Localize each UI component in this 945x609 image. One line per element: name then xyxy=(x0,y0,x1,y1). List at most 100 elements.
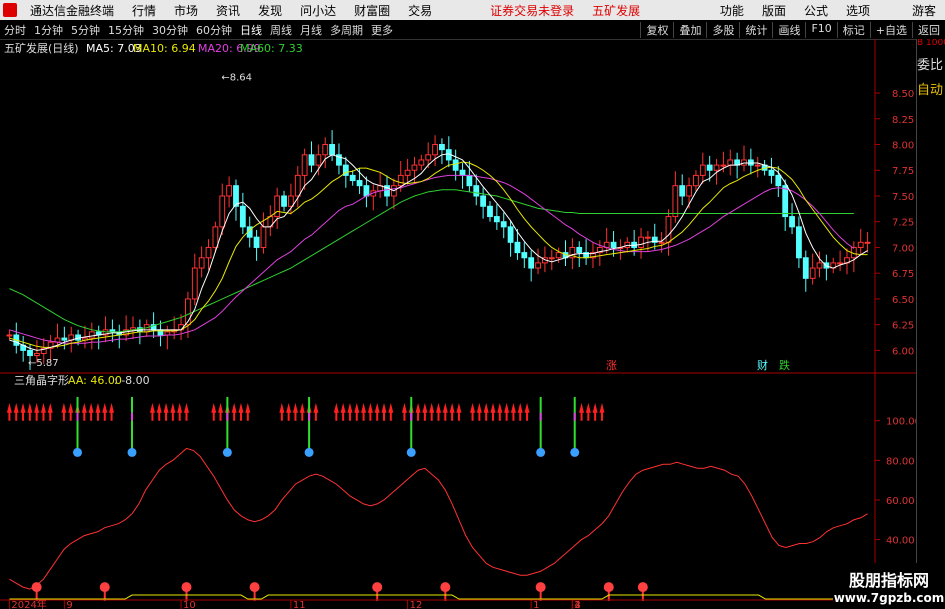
tool-f10[interactable]: F10 xyxy=(805,21,836,38)
buy-arrow xyxy=(292,402,298,421)
candle-body xyxy=(727,159,734,166)
candle-body xyxy=(507,226,514,243)
period-30min[interactable]: 30分钟 xyxy=(148,22,192,38)
candle-body xyxy=(329,144,335,156)
login-notice[interactable]: 证券交易未登录 xyxy=(481,2,583,19)
buy-arrow xyxy=(381,402,387,421)
price-tick-label: 8.25 xyxy=(892,115,914,126)
tool-multi[interactable]: 多股 xyxy=(706,21,739,38)
menu-discover[interactable]: 发现 xyxy=(249,2,291,19)
signal-dot xyxy=(570,447,580,457)
period-5min[interactable]: 5分钟 xyxy=(67,22,104,38)
buy-arrow xyxy=(170,402,176,421)
buy-arrow xyxy=(333,402,339,421)
candle-body xyxy=(212,226,219,248)
candle-body xyxy=(638,236,644,248)
tool-overlay[interactable]: 叠加 xyxy=(673,21,706,38)
tool-restore[interactable]: 复权 xyxy=(640,21,673,38)
candle-body xyxy=(205,246,212,259)
buy-arrow xyxy=(442,402,448,421)
indicator-tick-label: 80.00 xyxy=(886,456,915,467)
period-multi[interactable]: 多周期 xyxy=(326,22,367,38)
buy-arrow xyxy=(6,402,12,421)
candle-body xyxy=(88,331,95,339)
buy-arrow xyxy=(40,402,46,421)
buy-arrow xyxy=(177,402,183,421)
menu-options[interactable]: 选项 xyxy=(837,2,879,19)
candle-body xyxy=(219,195,226,228)
event-zhang: 涨 xyxy=(606,359,617,372)
period-daily[interactable]: 日线 xyxy=(236,22,266,38)
candle-body xyxy=(789,216,795,228)
candle-body xyxy=(816,262,823,269)
tool-back[interactable]: 返回 xyxy=(912,21,945,38)
candle-body xyxy=(239,205,246,228)
candle-body xyxy=(356,180,363,187)
buy-arrow xyxy=(436,402,441,421)
tool-add-watch[interactable]: +自选 xyxy=(869,21,912,38)
buy-arrow xyxy=(524,402,530,421)
signal-dot xyxy=(127,447,137,457)
menu-market[interactable]: 市场 xyxy=(165,2,207,19)
menu-ask[interactable]: 问小达 xyxy=(291,2,345,19)
buy-arrow xyxy=(456,402,462,421)
candle-body xyxy=(487,205,493,218)
sidebar2-item[interactable]: 自动 xyxy=(917,82,945,99)
kline-chart[interactable]: ←8.64 ←5.87 涨 财跌 6.00 6.25 6.50 6.75 7.00 7.25 7.… xyxy=(0,39,917,609)
candle-body xyxy=(480,195,487,207)
candle-body xyxy=(610,241,617,248)
title-bar: 通达信金融终端 行情 市场 资讯 发现 问小达 财富圈 交易 证券交易未登录 五… xyxy=(0,0,945,20)
main-panel: ←8.64 ←5.87 涨 财跌 xyxy=(6,73,871,372)
time-tick-label: 12 xyxy=(410,600,423,609)
tool-draw[interactable]: 画线 xyxy=(772,21,805,38)
guest-user[interactable]: 游客 xyxy=(903,2,945,19)
period-monthly[interactable]: 月线 xyxy=(296,22,326,38)
buy-arrow xyxy=(354,402,360,421)
candle-body xyxy=(747,159,754,166)
candle-body xyxy=(233,185,239,207)
watermark-url: www.7gpzb.com xyxy=(833,591,945,605)
menu-quotes[interactable]: 行情 xyxy=(123,2,165,19)
candle-body xyxy=(191,267,198,300)
candle-body xyxy=(432,144,438,156)
candle-body xyxy=(741,159,747,166)
indicator-tick-label: 40.00 xyxy=(886,536,915,547)
menu-trade[interactable]: 交易 xyxy=(399,2,441,19)
price-tick-label: 6.75 xyxy=(892,269,914,280)
buy-arrow xyxy=(429,402,435,421)
menu-layout[interactable]: 版面 xyxy=(753,2,795,19)
low-label: ←5.87 xyxy=(28,358,59,369)
price-tick-label: 7.00 xyxy=(892,243,914,254)
period-more[interactable]: 更多 xyxy=(367,22,397,38)
candle-body xyxy=(226,185,233,197)
candle-body xyxy=(33,352,40,357)
buy-arrow xyxy=(279,402,285,421)
candle-body xyxy=(521,252,528,259)
buy-arrow xyxy=(163,402,169,421)
buy-arrow xyxy=(61,402,67,421)
watermark-title: 股朋指标网 xyxy=(848,571,929,590)
time-tick-label: 9 xyxy=(66,600,72,609)
period-fenshi[interactable]: 分时 xyxy=(0,22,30,38)
period-1min[interactable]: 1分钟 xyxy=(30,22,67,38)
buy-arrow xyxy=(374,402,380,421)
sell-dot xyxy=(372,582,383,593)
period-60min[interactable]: 60分钟 xyxy=(192,22,236,38)
period-bar: 分时 1分钟 5分钟 15分钟 30分钟 60分钟 日线 周线 月线 多周期 更… xyxy=(0,20,945,40)
buy-arrow xyxy=(68,402,74,421)
menu-function[interactable]: 功能 xyxy=(711,2,753,19)
sell-dot xyxy=(31,582,42,593)
time-tick-label: 10 xyxy=(183,600,196,609)
tool-mark[interactable]: 标记 xyxy=(836,21,870,38)
period-weekly[interactable]: 周线 xyxy=(266,22,296,38)
buy-arrow xyxy=(27,402,33,421)
buy-arrow xyxy=(599,402,605,421)
tool-stats[interactable]: 统计 xyxy=(739,21,772,38)
menu-wealth[interactable]: 财富圈 xyxy=(345,2,399,19)
candle-body xyxy=(782,185,789,218)
buy-arrow xyxy=(347,402,353,421)
menu-formula[interactable]: 公式 xyxy=(795,2,837,19)
candle-body xyxy=(27,349,33,357)
period-15min[interactable]: 15分钟 xyxy=(104,22,148,38)
menu-news[interactable]: 资讯 xyxy=(207,2,249,19)
